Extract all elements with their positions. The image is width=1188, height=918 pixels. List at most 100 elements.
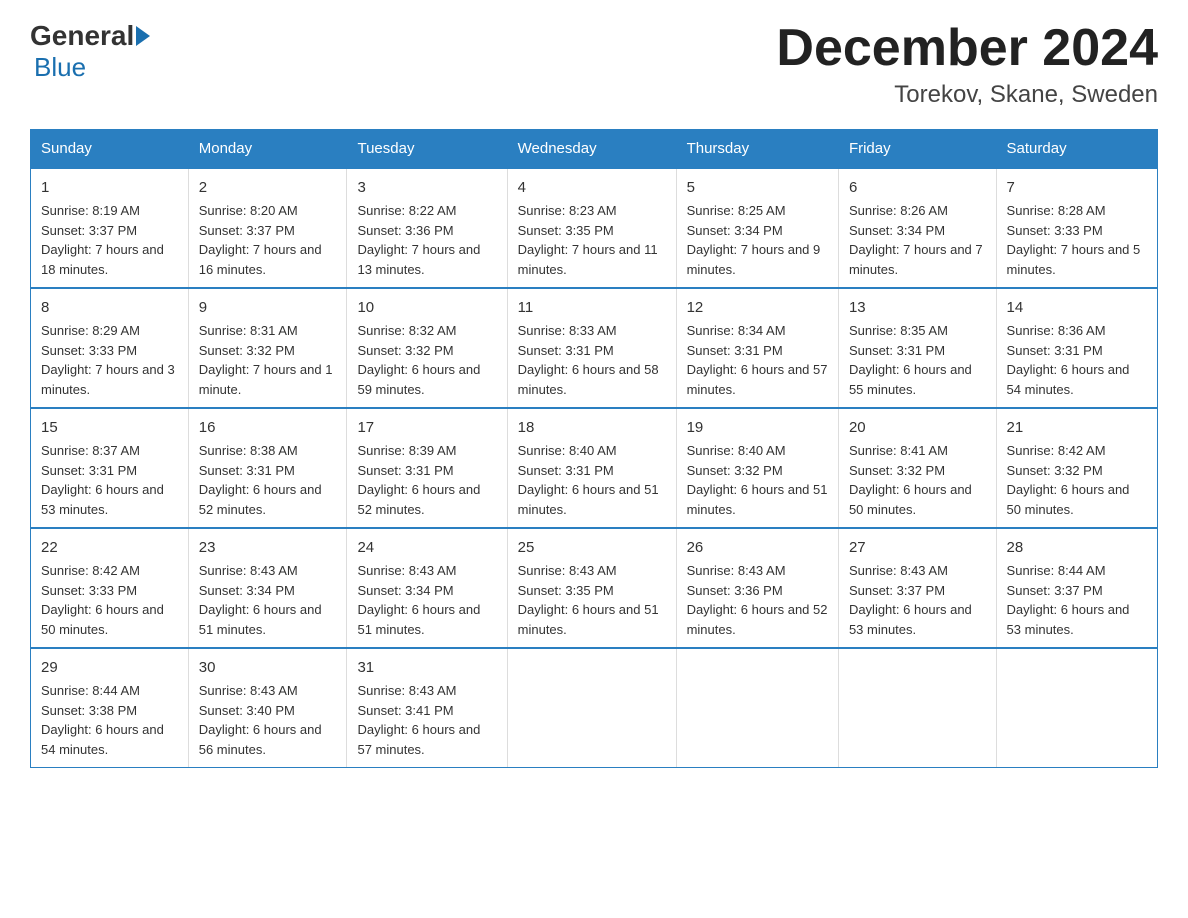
calendar-day-cell: 22 Sunrise: 8:42 AMSunset: 3:33 PMDaylig… xyxy=(31,528,189,648)
calendar-day-cell: 11 Sunrise: 8:33 AMSunset: 3:31 PMDaylig… xyxy=(507,288,676,408)
calendar-day-cell: 19 Sunrise: 8:40 AMSunset: 3:32 PMDaylig… xyxy=(676,408,838,528)
calendar-day-cell xyxy=(507,648,676,768)
day-info: Sunrise: 8:44 AMSunset: 3:38 PMDaylight:… xyxy=(41,683,164,757)
day-info: Sunrise: 8:43 AMSunset: 3:36 PMDaylight:… xyxy=(687,563,828,637)
day-info: Sunrise: 8:43 AMSunset: 3:37 PMDaylight:… xyxy=(849,563,972,637)
header-tuesday: Tuesday xyxy=(347,130,507,169)
day-info: Sunrise: 8:26 AMSunset: 3:34 PMDaylight:… xyxy=(849,203,983,277)
day-info: Sunrise: 8:19 AMSunset: 3:37 PMDaylight:… xyxy=(41,203,164,277)
calendar-day-cell: 14 Sunrise: 8:36 AMSunset: 3:31 PMDaylig… xyxy=(996,288,1157,408)
calendar-day-cell: 26 Sunrise: 8:43 AMSunset: 3:36 PMDaylig… xyxy=(676,528,838,648)
day-info: Sunrise: 8:33 AMSunset: 3:31 PMDaylight:… xyxy=(518,323,659,397)
day-info: Sunrise: 8:34 AMSunset: 3:31 PMDaylight:… xyxy=(687,323,828,397)
day-info: Sunrise: 8:40 AMSunset: 3:32 PMDaylight:… xyxy=(687,443,828,517)
day-number: 20 xyxy=(849,417,986,439)
day-info: Sunrise: 8:40 AMSunset: 3:31 PMDaylight:… xyxy=(518,443,659,517)
header-sunday: Sunday xyxy=(31,130,189,169)
calendar-day-cell: 18 Sunrise: 8:40 AMSunset: 3:31 PMDaylig… xyxy=(507,408,676,528)
calendar-day-cell: 30 Sunrise: 8:43 AMSunset: 3:40 PMDaylig… xyxy=(188,648,347,768)
day-info: Sunrise: 8:43 AMSunset: 3:35 PMDaylight:… xyxy=(518,563,659,637)
day-info: Sunrise: 8:28 AMSunset: 3:33 PMDaylight:… xyxy=(1007,203,1141,277)
day-number: 23 xyxy=(199,537,337,559)
day-info: Sunrise: 8:32 AMSunset: 3:32 PMDaylight:… xyxy=(357,323,480,397)
calendar-week-row: 29 Sunrise: 8:44 AMSunset: 3:38 PMDaylig… xyxy=(31,648,1158,768)
title-section: December 2024 Torekov, Skane, Sweden xyxy=(776,20,1158,109)
day-number: 26 xyxy=(687,537,828,559)
day-number: 9 xyxy=(199,297,337,319)
calendar-day-cell: 6 Sunrise: 8:26 AMSunset: 3:34 PMDayligh… xyxy=(838,168,996,288)
calendar-day-cell: 9 Sunrise: 8:31 AMSunset: 3:32 PMDayligh… xyxy=(188,288,347,408)
day-number: 24 xyxy=(357,537,496,559)
calendar-day-cell: 23 Sunrise: 8:43 AMSunset: 3:34 PMDaylig… xyxy=(188,528,347,648)
day-number: 17 xyxy=(357,417,496,439)
day-number: 30 xyxy=(199,657,337,679)
calendar-header-row: Sunday Monday Tuesday Wednesday Thursday… xyxy=(31,130,1158,169)
day-number: 31 xyxy=(357,657,496,679)
calendar-day-cell xyxy=(838,648,996,768)
location-subtitle: Torekov, Skane, Sweden xyxy=(776,81,1158,109)
day-info: Sunrise: 8:43 AMSunset: 3:34 PMDaylight:… xyxy=(199,563,322,637)
calendar-day-cell xyxy=(676,648,838,768)
calendar-day-cell: 17 Sunrise: 8:39 AMSunset: 3:31 PMDaylig… xyxy=(347,408,507,528)
day-info: Sunrise: 8:25 AMSunset: 3:34 PMDaylight:… xyxy=(687,203,821,277)
day-info: Sunrise: 8:43 AMSunset: 3:40 PMDaylight:… xyxy=(199,683,322,757)
day-number: 5 xyxy=(687,177,828,199)
calendar-day-cell: 8 Sunrise: 8:29 AMSunset: 3:33 PMDayligh… xyxy=(31,288,189,408)
day-info: Sunrise: 8:43 AMSunset: 3:34 PMDaylight:… xyxy=(357,563,480,637)
calendar-week-row: 1 Sunrise: 8:19 AMSunset: 3:37 PMDayligh… xyxy=(31,168,1158,288)
calendar-day-cell: 12 Sunrise: 8:34 AMSunset: 3:31 PMDaylig… xyxy=(676,288,838,408)
calendar-day-cell: 15 Sunrise: 8:37 AMSunset: 3:31 PMDaylig… xyxy=(31,408,189,528)
header-friday: Friday xyxy=(838,130,996,169)
calendar-day-cell: 21 Sunrise: 8:42 AMSunset: 3:32 PMDaylig… xyxy=(996,408,1157,528)
header-monday: Monday xyxy=(188,130,347,169)
day-info: Sunrise: 8:29 AMSunset: 3:33 PMDaylight:… xyxy=(41,323,175,397)
day-number: 13 xyxy=(849,297,986,319)
day-number: 2 xyxy=(199,177,337,199)
day-number: 6 xyxy=(849,177,986,199)
day-info: Sunrise: 8:42 AMSunset: 3:32 PMDaylight:… xyxy=(1007,443,1130,517)
calendar-day-cell: 20 Sunrise: 8:41 AMSunset: 3:32 PMDaylig… xyxy=(838,408,996,528)
logo-arrow-icon xyxy=(136,26,150,46)
day-info: Sunrise: 8:35 AMSunset: 3:31 PMDaylight:… xyxy=(849,323,972,397)
day-info: Sunrise: 8:37 AMSunset: 3:31 PMDaylight:… xyxy=(41,443,164,517)
day-info: Sunrise: 8:22 AMSunset: 3:36 PMDaylight:… xyxy=(357,203,480,277)
day-number: 18 xyxy=(518,417,666,439)
calendar-table: Sunday Monday Tuesday Wednesday Thursday… xyxy=(30,129,1158,768)
day-info: Sunrise: 8:39 AMSunset: 3:31 PMDaylight:… xyxy=(357,443,480,517)
day-info: Sunrise: 8:31 AMSunset: 3:32 PMDaylight:… xyxy=(199,323,333,397)
month-title: December 2024 xyxy=(776,20,1158,77)
day-number: 8 xyxy=(41,297,178,319)
calendar-week-row: 22 Sunrise: 8:42 AMSunset: 3:33 PMDaylig… xyxy=(31,528,1158,648)
day-number: 21 xyxy=(1007,417,1147,439)
day-number: 25 xyxy=(518,537,666,559)
day-info: Sunrise: 8:42 AMSunset: 3:33 PMDaylight:… xyxy=(41,563,164,637)
day-number: 27 xyxy=(849,537,986,559)
day-number: 1 xyxy=(41,177,178,199)
day-number: 4 xyxy=(518,177,666,199)
day-info: Sunrise: 8:36 AMSunset: 3:31 PMDaylight:… xyxy=(1007,323,1130,397)
calendar-week-row: 15 Sunrise: 8:37 AMSunset: 3:31 PMDaylig… xyxy=(31,408,1158,528)
calendar-day-cell: 7 Sunrise: 8:28 AMSunset: 3:33 PMDayligh… xyxy=(996,168,1157,288)
logo-general-text: General xyxy=(30,20,134,52)
calendar-week-row: 8 Sunrise: 8:29 AMSunset: 3:33 PMDayligh… xyxy=(31,288,1158,408)
day-number: 7 xyxy=(1007,177,1147,199)
header-thursday: Thursday xyxy=(676,130,838,169)
day-number: 11 xyxy=(518,297,666,319)
day-number: 10 xyxy=(357,297,496,319)
day-number: 14 xyxy=(1007,297,1147,319)
calendar-day-cell: 25 Sunrise: 8:43 AMSunset: 3:35 PMDaylig… xyxy=(507,528,676,648)
day-number: 12 xyxy=(687,297,828,319)
day-number: 28 xyxy=(1007,537,1147,559)
day-number: 3 xyxy=(357,177,496,199)
day-info: Sunrise: 8:38 AMSunset: 3:31 PMDaylight:… xyxy=(199,443,322,517)
header: General Blue December 2024 Torekov, Skan… xyxy=(30,20,1158,109)
day-number: 19 xyxy=(687,417,828,439)
calendar-day-cell xyxy=(996,648,1157,768)
day-number: 29 xyxy=(41,657,178,679)
calendar-day-cell: 31 Sunrise: 8:43 AMSunset: 3:41 PMDaylig… xyxy=(347,648,507,768)
day-number: 16 xyxy=(199,417,337,439)
day-number: 22 xyxy=(41,537,178,559)
calendar-day-cell: 5 Sunrise: 8:25 AMSunset: 3:34 PMDayligh… xyxy=(676,168,838,288)
calendar-day-cell: 2 Sunrise: 8:20 AMSunset: 3:37 PMDayligh… xyxy=(188,168,347,288)
day-info: Sunrise: 8:20 AMSunset: 3:37 PMDaylight:… xyxy=(199,203,322,277)
